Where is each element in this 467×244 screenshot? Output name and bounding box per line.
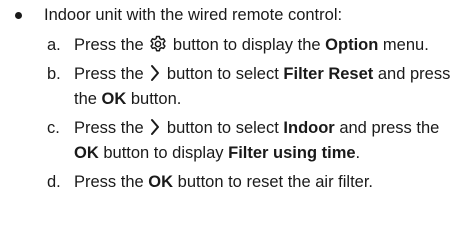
step-text: button to reset the air filter. [177,173,373,191]
step-text: Press the [74,65,144,83]
ok-label: OK [74,144,99,162]
step-c: c. Press the button to select Indoor and… [47,116,462,166]
step-d: d. Press the OK button to reset the air … [47,170,462,195]
chevron-right-icon [149,64,161,82]
step-text: button to display [103,144,224,162]
step-b: b. Press the button to select Filter Res… [47,62,462,112]
chevron-right-icon [149,118,161,136]
step-text: button. [130,90,182,108]
step-text: button to display the [172,36,321,54]
option-menu-label: Option [325,36,379,54]
ok-label: OK [101,90,127,108]
step-text: button to select [166,65,279,83]
step-letter: a. [47,36,61,54]
step-letter: d. [47,173,61,191]
step-text: Press the [74,119,144,137]
indoor-label: Indoor [283,119,335,137]
bullet-item: Indoor unit with the wired remote contro… [15,4,342,26]
step-letter: b. [47,65,61,83]
step-a: a. Press the button to display the Optio… [47,33,462,58]
gear-icon [149,35,167,53]
filter-reset-label: Filter Reset [283,65,374,83]
filter-using-time-label: Filter using time [228,144,356,162]
step-text: Press the [74,173,144,191]
manual-page: Indoor unit with the wired remote contro… [0,0,467,244]
step-text: menu. [382,36,429,54]
bullet-dot [15,11,22,19]
bullet-text: Indoor unit with the wired remote contro… [44,5,343,24]
step-text: Press the [74,36,144,54]
step-letter: c. [47,119,60,137]
ok-label: OK [148,173,174,191]
step-text: button to select [166,119,279,137]
step-text: . [355,144,361,162]
step-text: and press the [339,119,440,137]
step-list: a. Press the button to display the Optio… [47,33,462,199]
